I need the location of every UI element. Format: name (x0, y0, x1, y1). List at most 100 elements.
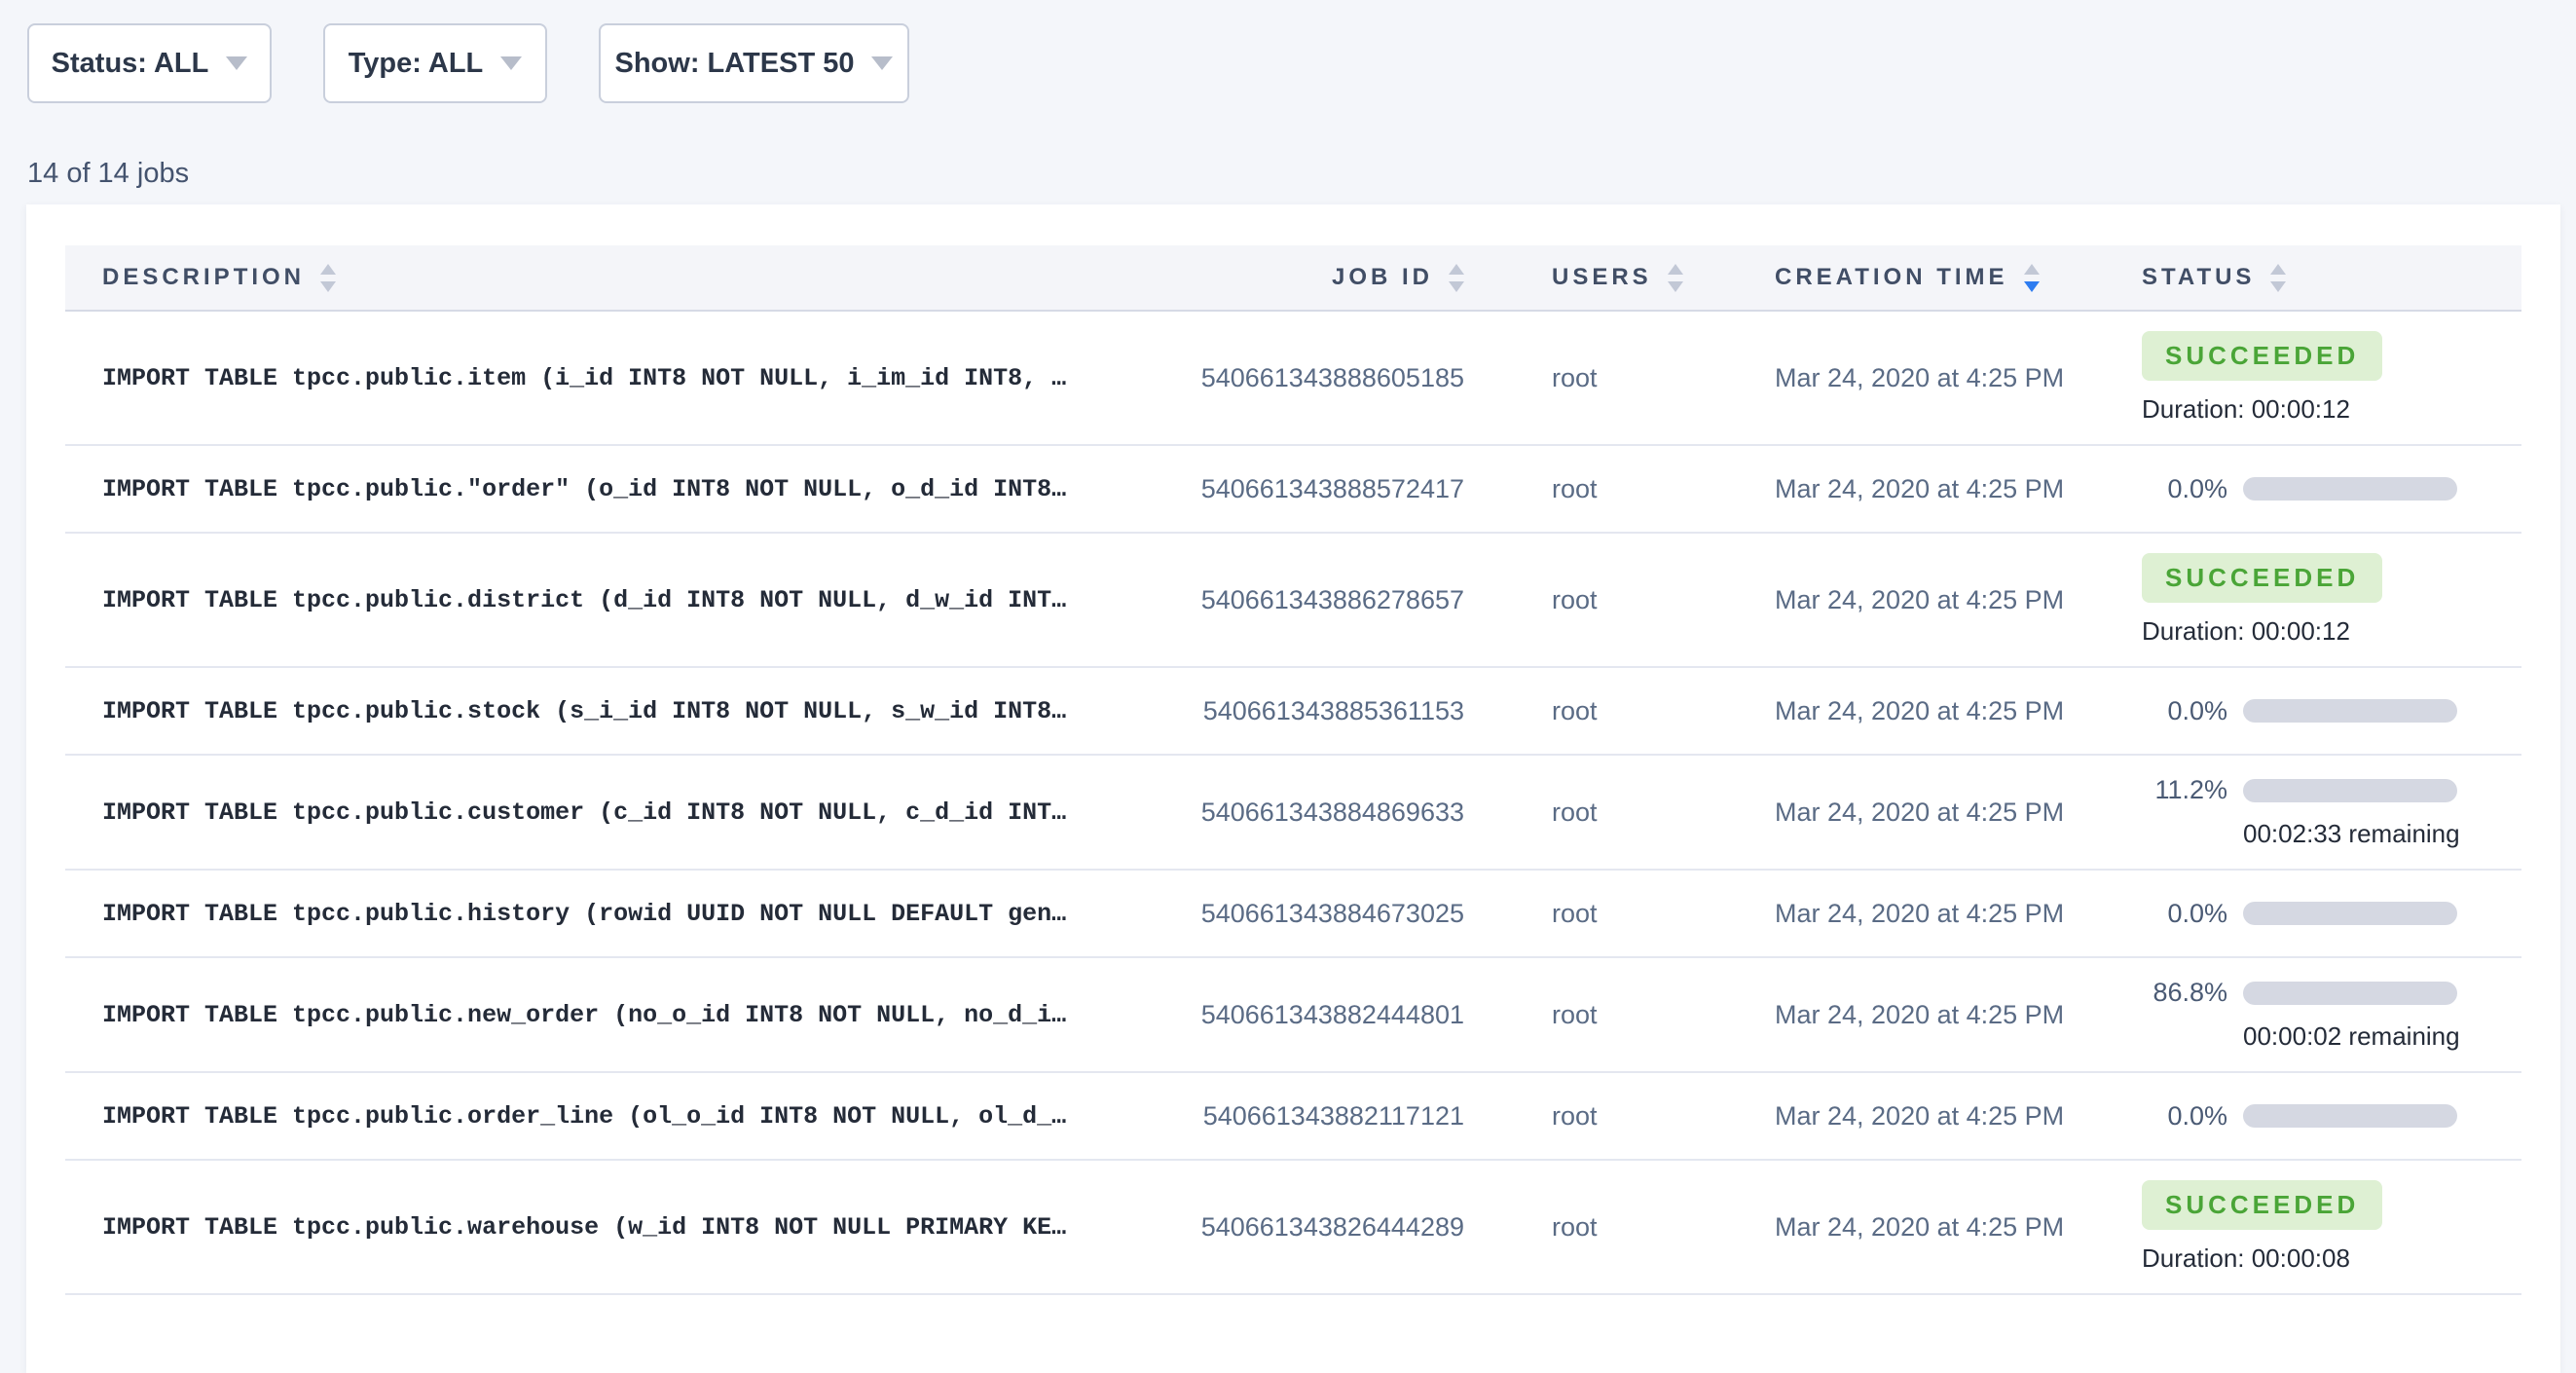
job-description[interactable]: IMPORT TABLE tpcc.public.item (i_id INT8… (65, 364, 1114, 392)
progress-percent: 11.2% (2142, 775, 2227, 805)
sort-arrows-icon[interactable] (2270, 264, 2286, 292)
table-row[interactable]: IMPORT TABLE tpcc.public.new_order (no_o… (65, 958, 2521, 1073)
job-user: root (1552, 1000, 1775, 1030)
job-creation-time: Mar 24, 2020 at 4:25 PM (1775, 696, 2142, 726)
show-filter-label: Show: LATEST 50 (615, 48, 855, 80)
job-user: root (1552, 1101, 1775, 1132)
job-description[interactable]: IMPORT TABLE tpcc.public.new_order (no_o… (65, 1001, 1114, 1029)
column-header-description-label: DESCRIPTION (102, 264, 305, 291)
job-id: 540661343885361153 (1114, 696, 1552, 726)
progress-percent: 86.8% (2142, 978, 2227, 1008)
chevron-down-icon (871, 56, 893, 70)
job-duration: Duration: 00:00:12 (2142, 616, 2521, 647)
job-description[interactable]: IMPORT TABLE tpcc.public.stock (s_i_id I… (65, 697, 1114, 725)
status-badge: SUCCEEDED (2142, 553, 2382, 603)
jobs-table-body: IMPORT TABLE tpcc.public.item (i_id INT8… (65, 312, 2521, 1295)
progress-percent: 0.0% (2142, 696, 2227, 726)
jobs-count-label: 14 of 14 jobs (27, 158, 2576, 190)
job-user: root (1552, 363, 1775, 393)
progress-bar (2243, 779, 2457, 802)
time-remaining: 00:00:02 remaining (2243, 1021, 2457, 1052)
job-id: 540661343888572417 (1114, 474, 1552, 504)
time-remaining: 00:02:33 remaining (2243, 819, 2457, 849)
jobs-table-card: DESCRIPTION JOB ID USERS CREATION TIME S… (26, 204, 2560, 1373)
job-duration: Duration: 00:00:12 (2142, 394, 2521, 425)
status-filter-dropdown[interactable]: Status: ALL (27, 23, 272, 103)
progress-bar (2243, 699, 2457, 723)
job-status-cell: SUCCEEDED Duration: 00:00:12 (2142, 553, 2521, 647)
type-filter-label: Type: ALL (349, 48, 484, 80)
progress-bar (2243, 1104, 2457, 1128)
job-id: 540661343826444289 (1114, 1212, 1552, 1243)
sort-arrows-icon[interactable] (1668, 264, 1683, 292)
progress-percent: 0.0% (2142, 899, 2227, 929)
job-user: root (1552, 585, 1775, 615)
table-row[interactable]: IMPORT TABLE tpcc.public.order_line (ol_… (65, 1073, 2521, 1161)
job-creation-time: Mar 24, 2020 at 4:25 PM (1775, 899, 2142, 929)
job-creation-time: Mar 24, 2020 at 4:25 PM (1775, 1000, 2142, 1030)
column-header-creation-time-label: CREATION TIME (1775, 264, 2008, 291)
progress-bar (2243, 982, 2457, 1005)
job-description[interactable]: IMPORT TABLE tpcc.public.warehouse (w_id… (65, 1213, 1114, 1242)
column-header-creation-time[interactable]: CREATION TIME (1775, 264, 2142, 292)
chevron-down-icon (500, 56, 522, 70)
job-id: 540661343882117121 (1114, 1101, 1552, 1132)
status-filter-label: Status: ALL (52, 48, 209, 80)
job-description[interactable]: IMPORT TABLE tpcc.public.history (rowid … (65, 900, 1114, 928)
job-creation-time: Mar 24, 2020 at 4:25 PM (1775, 1101, 2142, 1132)
job-description[interactable]: IMPORT TABLE tpcc.public.district (d_id … (65, 586, 1114, 614)
column-header-description[interactable]: DESCRIPTION (65, 264, 1114, 292)
job-status-cell: SUCCEEDED Duration: 00:00:08 (2142, 1180, 2521, 1274)
job-status-cell: 0.0% (2142, 1101, 2521, 1132)
progress-percent: 0.0% (2142, 1101, 2227, 1132)
sort-arrows-icon[interactable] (2024, 264, 2040, 292)
job-duration: Duration: 00:00:08 (2142, 1243, 2521, 1274)
table-row[interactable]: IMPORT TABLE tpcc.public.warehouse (w_id… (65, 1161, 2521, 1295)
show-filter-dropdown[interactable]: Show: LATEST 50 (599, 23, 909, 103)
job-status-cell: 86.8% 00:00:02 remaining (2142, 978, 2521, 1052)
sort-arrows-icon[interactable] (1449, 264, 1464, 292)
table-row[interactable]: IMPORT TABLE tpcc.public.item (i_id INT8… (65, 312, 2521, 446)
job-user: root (1552, 696, 1775, 726)
job-creation-time: Mar 24, 2020 at 4:25 PM (1775, 585, 2142, 615)
table-row[interactable]: IMPORT TABLE tpcc.public."order" (o_id I… (65, 446, 2521, 534)
column-header-status-label: STATUS (2142, 264, 2255, 291)
table-row[interactable]: IMPORT TABLE tpcc.public.customer (c_id … (65, 756, 2521, 871)
job-description[interactable]: IMPORT TABLE tpcc.public."order" (o_id I… (65, 475, 1114, 503)
status-badge: SUCCEEDED (2142, 331, 2382, 381)
table-row[interactable]: IMPORT TABLE tpcc.public.stock (s_i_id I… (65, 668, 2521, 756)
job-creation-time: Mar 24, 2020 at 4:25 PM (1775, 474, 2142, 504)
job-user: root (1552, 1212, 1775, 1243)
job-creation-time: Mar 24, 2020 at 4:25 PM (1775, 363, 2142, 393)
column-header-job-id-label: JOB ID (1332, 264, 1433, 291)
column-header-job-id[interactable]: JOB ID (1114, 264, 1552, 292)
job-creation-time: Mar 24, 2020 at 4:25 PM (1775, 1212, 2142, 1243)
column-header-status[interactable]: STATUS (2142, 264, 2521, 292)
job-status-cell: SUCCEEDED Duration: 00:00:12 (2142, 331, 2521, 425)
job-id: 540661343886278657 (1114, 585, 1552, 615)
job-user: root (1552, 798, 1775, 828)
job-description[interactable]: IMPORT TABLE tpcc.public.customer (c_id … (65, 798, 1114, 827)
job-user: root (1552, 899, 1775, 929)
job-id: 540661343888605185 (1114, 363, 1552, 393)
progress-bar (2243, 902, 2457, 925)
job-status-cell: 0.0% (2142, 696, 2521, 726)
status-badge: SUCCEEDED (2142, 1180, 2382, 1230)
chevron-down-icon (226, 56, 247, 70)
job-status-cell: 0.0% (2142, 899, 2521, 929)
table-row[interactable]: IMPORT TABLE tpcc.public.history (rowid … (65, 871, 2521, 958)
column-header-users-label: USERS (1552, 264, 1652, 291)
job-id: 540661343884673025 (1114, 899, 1552, 929)
job-creation-time: Mar 24, 2020 at 4:25 PM (1775, 798, 2142, 828)
type-filter-dropdown[interactable]: Type: ALL (323, 23, 547, 103)
job-status-cell: 11.2% 00:02:33 remaining (2142, 775, 2521, 849)
jobs-table-header: DESCRIPTION JOB ID USERS CREATION TIME S… (65, 245, 2521, 312)
table-row[interactable]: IMPORT TABLE tpcc.public.district (d_id … (65, 534, 2521, 668)
job-user: root (1552, 474, 1775, 504)
progress-bar (2243, 477, 2457, 501)
column-header-users[interactable]: USERS (1552, 264, 1775, 292)
job-description[interactable]: IMPORT TABLE tpcc.public.order_line (ol_… (65, 1102, 1114, 1131)
sort-arrows-icon[interactable] (320, 264, 336, 292)
filter-bar: Status: ALL Type: ALL Show: LATEST 50 (0, 0, 2576, 103)
job-id: 540661343884869633 (1114, 798, 1552, 828)
